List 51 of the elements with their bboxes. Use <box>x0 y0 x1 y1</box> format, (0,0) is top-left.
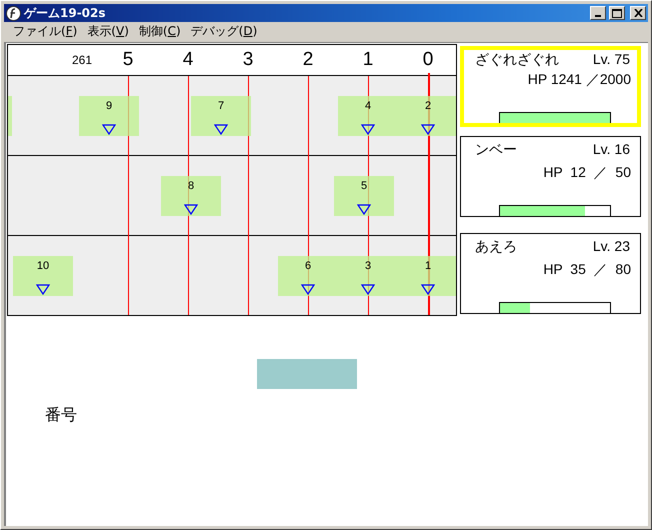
close-button[interactable] <box>630 6 646 20</box>
unit-marker: 8 <box>161 176 221 216</box>
tick-label: 0 <box>422 48 434 72</box>
unit-marker: 4 <box>338 96 398 136</box>
unit-marker: 5 <box>334 176 394 216</box>
tick-label: 2 <box>302 48 314 72</box>
tick-label: 1 <box>362 48 374 72</box>
menu-item[interactable]: デバッグ(D) <box>186 23 262 40</box>
counter: 261 <box>72 53 92 67</box>
unit-card[interactable]: あえろ Lv. 23 HP 35 ／ 80 <box>460 233 641 314</box>
unit-name: あえろ <box>475 238 517 256</box>
tick-label: 4 <box>182 48 194 72</box>
triangle-icon <box>301 284 315 295</box>
number-label: 番号 <box>45 405 77 426</box>
unit-card[interactable]: ンベー Lv. 16 HP 12 ／ 50 <box>460 136 641 217</box>
triangle-icon <box>184 204 198 215</box>
maximize-button[interactable] <box>609 6 625 20</box>
hp-text: HP 35 ／ 80 <box>542 260 632 279</box>
unit-level: Lv. 16 <box>592 141 630 159</box>
triangle-icon <box>421 124 435 135</box>
unit-marker: 1 <box>398 256 456 296</box>
triangle-icon <box>357 204 371 215</box>
unit-name: ンベー <box>475 141 517 159</box>
unit-level: Lv. 23 <box>592 238 630 256</box>
unit-name: ざぐれざぐれ <box>475 51 559 69</box>
tick-label: 5 <box>122 48 134 72</box>
triangle-icon <box>361 284 375 295</box>
unit-marker: 3 <box>338 256 398 296</box>
unit-marker: 6 <box>278 256 338 296</box>
menu-item[interactable]: ファイル(F) <box>8 23 82 40</box>
hp-text: HP 12 ／ 50 <box>542 163 632 182</box>
minimize-button[interactable] <box>590 6 606 20</box>
triangle-icon <box>214 124 228 135</box>
unit-marker: 9 <box>79 96 139 136</box>
triangle-icon <box>361 124 375 135</box>
tick-label: 3 <box>242 48 254 72</box>
hp-text: HP 1241 ／2000 <box>526 70 632 89</box>
triangle-icon <box>102 124 116 135</box>
maximize-icon <box>612 8 622 18</box>
window-title: ゲーム19-02s <box>24 4 107 22</box>
unit-level: Lv. 75 <box>592 51 630 69</box>
triangle-icon <box>36 284 50 295</box>
unit-card[interactable]: ざぐれざぐれ Lv. 75 HP 1241 ／2000 <box>460 46 641 127</box>
unit-marker: 10 <box>13 256 73 296</box>
close-icon <box>634 9 642 17</box>
triangle-icon <box>421 284 435 295</box>
unit-marker: 2 <box>398 96 456 136</box>
unit-marker: 7 <box>191 96 251 136</box>
menu-item[interactable]: 制御(C) <box>134 23 186 40</box>
menu-item[interactable]: 表示(V) <box>82 23 134 40</box>
app-icon <box>6 6 21 20</box>
